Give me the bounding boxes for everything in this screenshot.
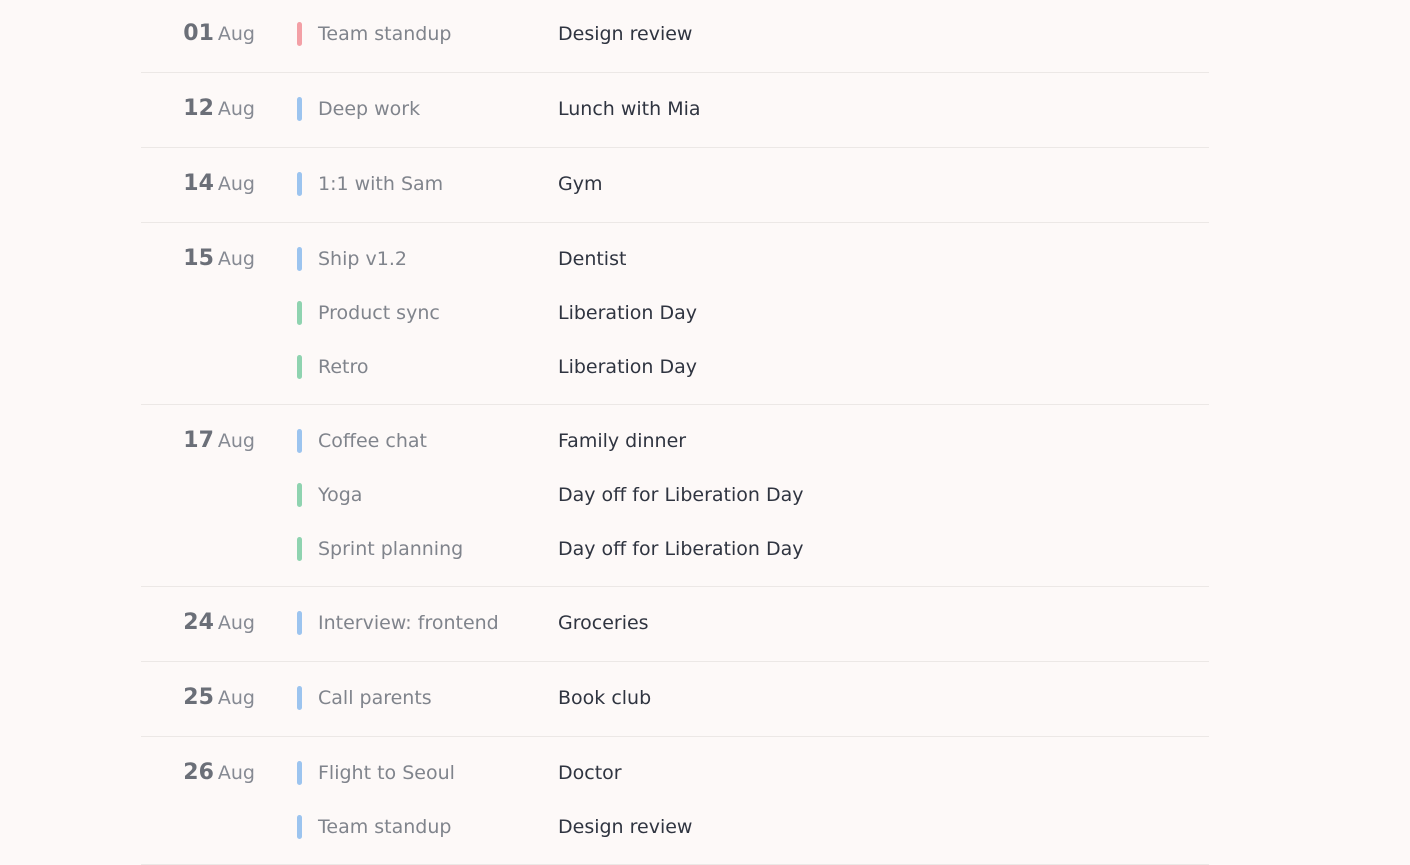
day-month: Aug <box>217 430 255 452</box>
event-item[interactable]: Coffee chat Family dinner <box>297 421 1209 461</box>
day-date: 24 Aug <box>141 603 255 644</box>
day-date: 17 Aug <box>141 421 255 462</box>
day-date: 25 Aug <box>141 678 255 719</box>
event-title: Deep work <box>318 98 421 120</box>
day-month: Aug <box>217 173 255 195</box>
event-note: Day off for Liberation Day <box>558 538 804 560</box>
event-color-bar <box>297 537 302 561</box>
event-item[interactable]: Sprint planning Day off for Liberation Da… <box>297 529 1209 569</box>
event-title: Call parents <box>318 687 432 709</box>
event-item[interactable]: Deep work Lunch with Mia <box>297 89 1209 129</box>
day-date: 26 Aug <box>141 753 255 794</box>
event-title: Product sync <box>318 302 440 324</box>
event-item[interactable]: Yoga Day off for Liberation Day <box>297 475 1209 515</box>
day-month: Aug <box>217 98 255 120</box>
event-color-bar <box>297 611 302 635</box>
event-item[interactable]: Ship v1.2 Dentist <box>297 239 1209 279</box>
event-title: Flight to Seoul <box>318 762 455 784</box>
event-note: Lunch with Mia <box>558 98 701 120</box>
agenda-day: 01 Aug Team standup Design review <box>141 0 1209 73</box>
event-note: Gym <box>558 173 603 195</box>
event-color-bar <box>297 686 302 710</box>
day-events: 1:1 with Sam Gym <box>297 164 1209 204</box>
event-title: 1:1 with Sam <box>318 173 444 195</box>
day-number: 15 <box>183 246 214 271</box>
event-title: Ship v1.2 <box>318 248 407 270</box>
event-note: Liberation Day <box>558 356 698 378</box>
event-title: Yoga <box>318 484 363 506</box>
day-month: Aug <box>217 687 255 709</box>
day-number: 26 <box>183 760 214 785</box>
day-date: 12 Aug <box>141 89 255 130</box>
event-title: Team standup <box>318 816 452 838</box>
agenda-list: 01 Aug Team standup Design review 12 Aug Deep … <box>141 0 1209 865</box>
day-events: Flight to Seoul Doctor Team standup Design … <box>297 753 1209 847</box>
event-title: Interview: frontend <box>318 612 499 634</box>
event-note: Doctor <box>558 762 622 784</box>
event-item[interactable]: Call parents Book club <box>297 678 1209 718</box>
agenda-day: 17 Aug Coffee chat Family dinner Yoga Day off… <box>141 405 1209 587</box>
day-events: Interview: frontend Groceries <box>297 603 1209 643</box>
event-color-bar <box>297 247 302 271</box>
event-color-bar <box>297 483 302 507</box>
day-number: 17 <box>183 428 214 453</box>
day-number: 25 <box>183 685 214 710</box>
event-color-bar <box>297 429 302 453</box>
day-events: Team standup Design review <box>297 14 1209 54</box>
event-title: Sprint planning <box>318 538 464 560</box>
event-note: Dentist <box>558 248 627 270</box>
day-date: 15 Aug <box>141 239 255 280</box>
agenda-day: 24 Aug Interview: frontend Groceries <box>141 587 1209 662</box>
agenda-day: 15 Aug Ship v1.2 Dentist Product sync Liberat… <box>141 223 1209 405</box>
event-item[interactable]: 1:1 with Sam Gym <box>297 164 1209 204</box>
event-color-bar <box>297 172 302 196</box>
day-events: Coffee chat Family dinner Yoga Day off for … <box>297 421 1209 569</box>
event-title: Team standup <box>318 23 452 45</box>
event-color-bar <box>297 301 302 325</box>
event-item[interactable]: Flight to Seoul Doctor <box>297 753 1209 793</box>
event-note: Book club <box>558 687 652 709</box>
day-month: Aug <box>217 23 255 45</box>
event-color-bar <box>297 22 302 46</box>
event-note: Day off for Liberation Day <box>558 484 804 506</box>
event-note: Design review <box>558 816 693 838</box>
event-item[interactable]: Interview: frontend Groceries <box>297 603 1209 643</box>
event-note: Family dinner <box>558 430 687 452</box>
day-number: 14 <box>183 171 214 196</box>
day-date: 01 Aug <box>141 14 255 55</box>
event-color-bar <box>297 97 302 121</box>
event-note: Design review <box>558 23 693 45</box>
agenda-day: 26 Aug Flight to Seoul Doctor Team standup De… <box>141 737 1209 865</box>
day-month: Aug <box>217 762 255 784</box>
event-color-bar <box>297 815 302 839</box>
event-title: Coffee chat <box>318 430 427 452</box>
agenda-day: 14 Aug 1:1 with Sam Gym <box>141 148 1209 223</box>
day-month: Aug <box>217 612 255 634</box>
event-title: Retro <box>318 356 369 378</box>
event-item[interactable]: Retro Liberation Day <box>297 347 1209 387</box>
agenda-day: 12 Aug Deep work Lunch with Mia <box>141 73 1209 148</box>
day-events: Deep work Lunch with Mia <box>297 89 1209 129</box>
event-color-bar <box>297 761 302 785</box>
day-number: 24 <box>183 610 214 635</box>
day-events: Ship v1.2 Dentist Product sync Liberation D… <box>297 239 1209 387</box>
event-note: Groceries <box>558 612 649 634</box>
event-item[interactable]: Product sync Liberation Day <box>297 293 1209 333</box>
event-item[interactable]: Team standup Design review <box>297 14 1209 54</box>
day-date: 14 Aug <box>141 164 255 205</box>
event-note: Liberation Day <box>558 302 698 324</box>
day-number: 01 <box>183 21 214 46</box>
event-item[interactable]: Team standup Design review <box>297 807 1209 847</box>
day-month: Aug <box>217 248 255 270</box>
day-number: 12 <box>183 96 214 121</box>
event-color-bar <box>297 355 302 379</box>
agenda-day: 25 Aug Call parents Book club <box>141 662 1209 737</box>
day-events: Call parents Book club <box>297 678 1209 718</box>
